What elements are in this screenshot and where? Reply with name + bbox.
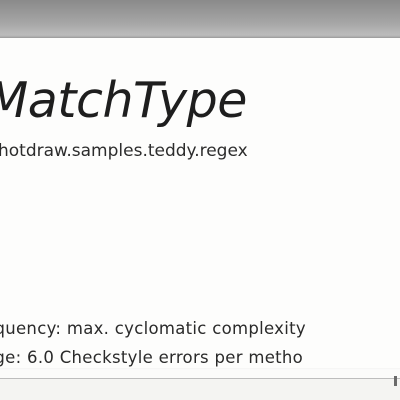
class-name-title: MatchType [0, 72, 247, 129]
edge-marker [394, 376, 397, 386]
metric-frequency-line: equency: max. cyclomatic complexity [0, 319, 306, 338]
metric-average-line: age: 6.0 Checkstyle errors per metho [0, 348, 304, 367]
screen: MatchType hotdraw.samples.teddy.regex eq… [0, 0, 400, 400]
package-name: hotdraw.samples.teddy.regex [0, 141, 248, 161]
background-band [0, 0, 400, 42]
bottom-margin [0, 379, 400, 400]
